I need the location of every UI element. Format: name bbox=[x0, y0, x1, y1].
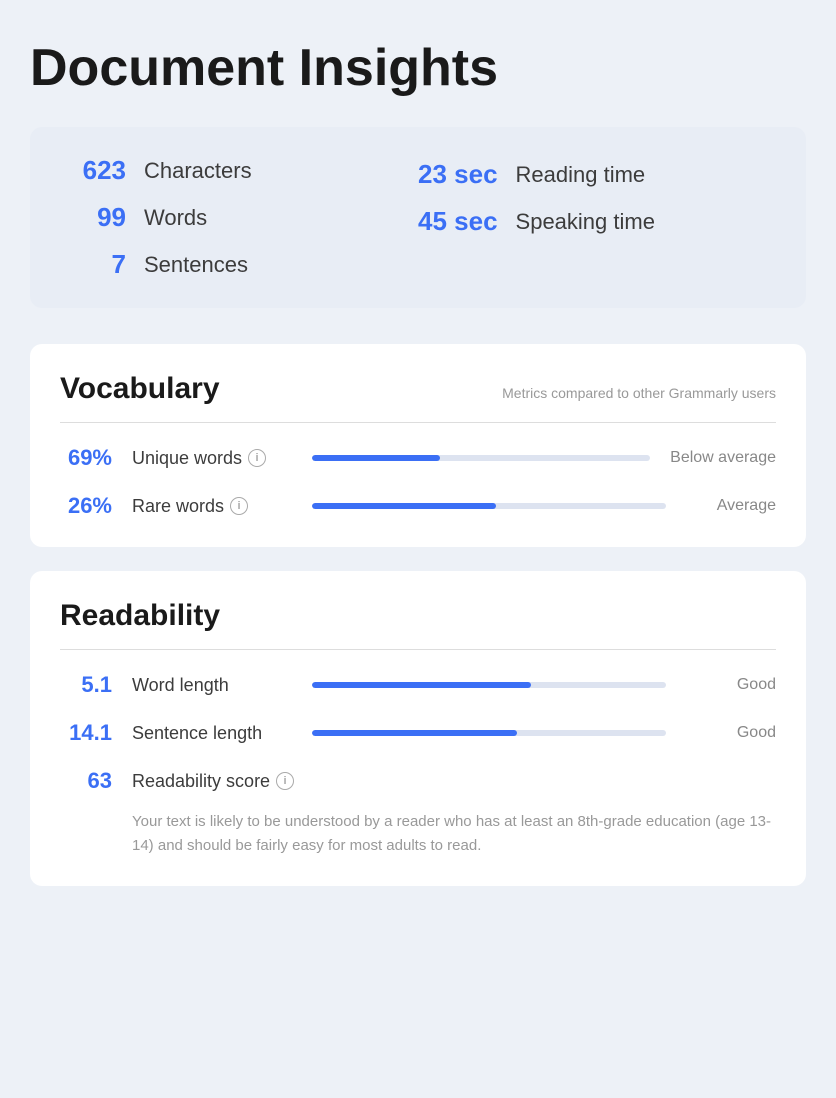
vocabulary-header: Vocabulary Metrics compared to other Gra… bbox=[60, 372, 776, 406]
stat-label: Sentences bbox=[144, 252, 248, 278]
stat-value: 7 bbox=[66, 249, 126, 280]
readability-divider bbox=[60, 649, 776, 650]
info-icon[interactable]: i bbox=[276, 772, 294, 790]
stats-right: 23 sec Reading time 45 sec Speaking time bbox=[418, 155, 770, 280]
info-icon[interactable]: i bbox=[230, 497, 248, 515]
stat-row: 99 Words bbox=[66, 202, 418, 233]
metric-label: Sentence length bbox=[132, 723, 292, 744]
metric-label: Rare words i bbox=[132, 496, 292, 517]
metric-value: 63 bbox=[60, 768, 112, 794]
vocabulary-subtitle: Metrics compared to other Grammarly user… bbox=[502, 385, 776, 401]
stat-label: Speaking time bbox=[516, 209, 655, 235]
page-title: Document Insights bbox=[30, 40, 806, 97]
metric-value: 26% bbox=[60, 493, 112, 519]
stats-card: 623 Characters 99 Words 7 Sentences 23 s… bbox=[30, 127, 806, 308]
stat-row: 45 sec Speaking time bbox=[418, 206, 770, 237]
progress-fill bbox=[312, 503, 496, 509]
progress-container bbox=[312, 682, 666, 688]
progress-fill bbox=[312, 455, 440, 461]
metric-rating: Average bbox=[686, 497, 776, 515]
stats-left: 623 Characters 99 Words 7 Sentences bbox=[66, 155, 418, 280]
progress-track bbox=[312, 455, 650, 461]
metric-row: 26% Rare words i Average bbox=[60, 493, 776, 519]
stat-row: 7 Sentences bbox=[66, 249, 418, 280]
stat-label: Characters bbox=[144, 158, 252, 184]
stat-label: Words bbox=[144, 205, 207, 231]
metric-rating: Good bbox=[686, 724, 776, 742]
metric-value: 14.1 bbox=[60, 720, 112, 746]
metric-row: 5.1 Word length Good bbox=[60, 672, 776, 698]
stat-row: 623 Characters bbox=[66, 155, 418, 186]
vocabulary-divider bbox=[60, 422, 776, 423]
vocabulary-section: Vocabulary Metrics compared to other Gra… bbox=[30, 344, 806, 547]
stat-value: 23 sec bbox=[418, 159, 498, 190]
metric-row: 63 Readability score i bbox=[60, 768, 776, 794]
stat-value: 623 bbox=[66, 155, 126, 186]
progress-track bbox=[312, 503, 666, 509]
readability-title: Readability bbox=[60, 599, 220, 633]
progress-fill bbox=[312, 682, 531, 688]
progress-fill bbox=[312, 730, 517, 736]
progress-container bbox=[312, 503, 666, 509]
metric-label: Unique words i bbox=[132, 448, 292, 469]
stat-label: Reading time bbox=[516, 162, 646, 188]
metric-rating: Good bbox=[686, 676, 776, 694]
readability-description: Your text is likely to be understood by … bbox=[60, 810, 776, 858]
metric-rating: Below average bbox=[670, 449, 776, 467]
vocabulary-title: Vocabulary bbox=[60, 372, 220, 406]
info-icon[interactable]: i bbox=[248, 449, 266, 467]
metric-value: 69% bbox=[60, 445, 112, 471]
metric-row: 14.1 Sentence length Good bbox=[60, 720, 776, 746]
readability-metrics: 5.1 Word length Good 14.1 Sentence lengt… bbox=[60, 672, 776, 794]
metric-row: 69% Unique words i Below average bbox=[60, 445, 776, 471]
progress-track bbox=[312, 682, 666, 688]
readability-section: Readability 5.1 Word length Good 14.1 Se… bbox=[30, 571, 806, 886]
metric-label: Word length bbox=[132, 675, 292, 696]
progress-container bbox=[312, 455, 650, 461]
metric-label: Readability score i bbox=[132, 771, 294, 792]
stat-row: 23 sec Reading time bbox=[418, 159, 770, 190]
stat-value: 45 sec bbox=[418, 206, 498, 237]
stat-value: 99 bbox=[66, 202, 126, 233]
metric-value: 5.1 bbox=[60, 672, 112, 698]
readability-header: Readability bbox=[60, 599, 776, 633]
progress-track bbox=[312, 730, 666, 736]
progress-container bbox=[312, 730, 666, 736]
vocabulary-metrics: 69% Unique words i Below average 26% Rar… bbox=[60, 445, 776, 519]
